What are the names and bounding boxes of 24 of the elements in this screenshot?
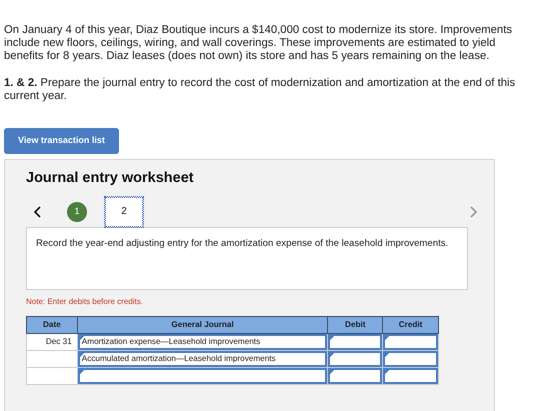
account-field[interactable] <box>78 368 328 384</box>
note-text: Note: Enter debits before credits. <box>26 296 144 308</box>
question-text: 1. & 2. Prepare the journal entry to record the cost of modernization and amortization at the end of this current year. <box>3 76 516 104</box>
column-header: General Journal <box>77 316 328 334</box>
completed-step[interactable]: 1 <box>67 202 87 222</box>
worksheet-title: Journal entry worksheet <box>26 170 195 187</box>
previous-icon[interactable] <box>33 206 41 218</box>
instruction-box: Record the year-end adjusting entry for the amortization expense of the leasehold improvements. <box>26 226 468 290</box>
next-icon[interactable] <box>470 206 478 218</box>
credit-field[interactable] <box>383 351 438 368</box>
step-tab[interactable]: 2 <box>105 196 143 227</box>
date-cell: Dec 31 <box>26 334 78 351</box>
credit-field[interactable] <box>383 334 438 350</box>
column-header: Credit <box>382 316 438 334</box>
column-header: Date <box>26 316 78 334</box>
problem-text: On January 4 of this year, Diaz Boutique incurs a $140,000 cost to modernize its store. Improvements include new floors, ceilings, wiring, and wall coverings. These improvements are estimated to yield benefits for 8 years. Diaz leases (does not own) its store and has 5 years remaining on the lease. <box>3 24 513 64</box>
debit-field[interactable] <box>328 334 382 350</box>
debit-field[interactable] <box>328 351 382 368</box>
view-transactions-button[interactable]: View transaction list <box>4 128 119 154</box>
column-header: Debit <box>328 316 383 334</box>
credit-field[interactable] <box>383 368 438 384</box>
account-field[interactable]: Amortization expense—Leasehold improvements <box>78 334 328 350</box>
account-field[interactable]: Accumulated amortization—Leasehold improvements <box>78 351 328 368</box>
debit-field[interactable] <box>328 368 382 384</box>
